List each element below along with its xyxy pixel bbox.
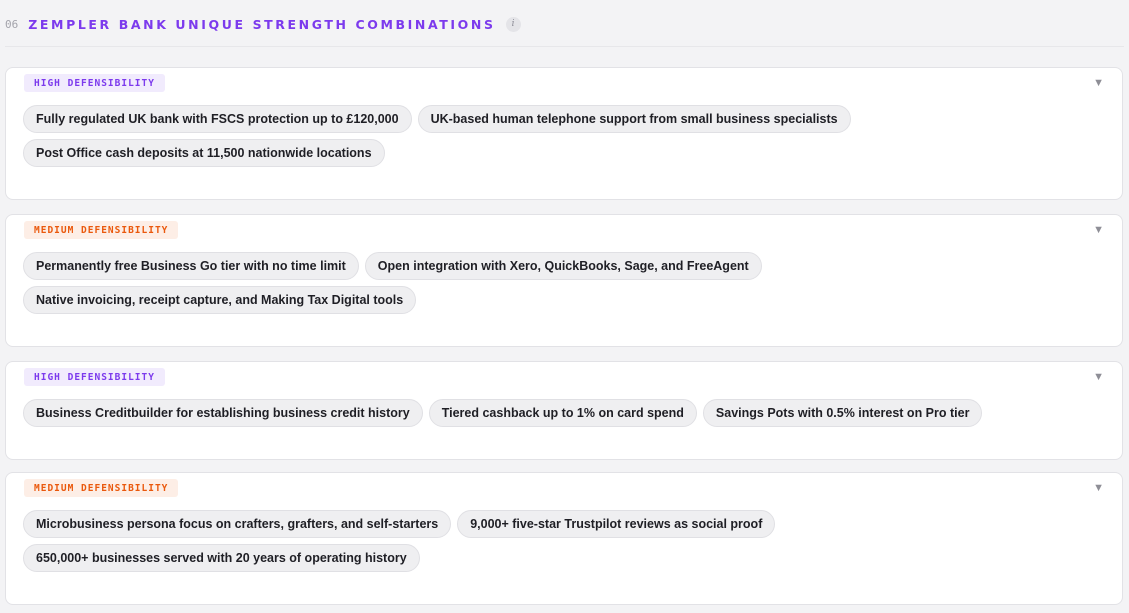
defensibility-badge: MEDIUM DEFENSIBILITY [24, 221, 179, 239]
chip-row: Native invoicing, receipt capture, and M… [23, 286, 1105, 314]
strength-chip: Native invoicing, receipt capture, and M… [23, 286, 417, 314]
chevron-down-icon[interactable]: ▼ [1093, 224, 1104, 236]
strength-chip: Microbusiness persona focus on crafters,… [23, 510, 452, 538]
defensibility-badge: HIGH DEFENSIBILITY [24, 368, 165, 386]
strength-chip: Post Office cash deposits at 11,500 nati… [23, 139, 385, 167]
strength-chips: Microbusiness persona focus on crafters,… [23, 510, 1105, 578]
section-title: ZEMPLER BANK UNIQUE STRENGTH COMBINATION… [28, 16, 496, 32]
strength-chips: Fully regulated UK bank with FSCS protec… [23, 105, 1105, 173]
strength-chips: Permanently free Business Go tier with n… [23, 252, 1105, 320]
chip-row: Microbusiness persona focus on crafters,… [23, 510, 1105, 538]
chip-row: Fully regulated UK bank with FSCS protec… [23, 105, 1105, 133]
page: 06 ZEMPLER BANK UNIQUE STRENGTH COMBINAT… [0, 0, 1129, 613]
strength-chip: 650,000+ businesses served with 20 years… [23, 544, 420, 572]
strength-group-card: HIGH DEFENSIBILITY ▼ Fully regulated UK … [5, 67, 1123, 200]
strength-group-card: MEDIUM DEFENSIBILITY ▼ Permanently free … [5, 214, 1123, 347]
chevron-down-icon[interactable]: ▼ [1093, 77, 1104, 89]
chip-row: Post Office cash deposits at 11,500 nati… [23, 139, 1105, 167]
strength-group-card: HIGH DEFENSIBILITY ▼ Business Creditbuil… [5, 361, 1123, 460]
strength-chips: Business Creditbuilder for establishing … [23, 399, 1105, 433]
chip-row: Permanently free Business Go tier with n… [23, 252, 1105, 280]
strength-chip: Permanently free Business Go tier with n… [23, 252, 359, 280]
strength-chip: Fully regulated UK bank with FSCS protec… [23, 105, 412, 133]
section-number: 06 [5, 17, 19, 31]
info-icon[interactable]: i [505, 16, 521, 32]
strength-chip: Savings Pots with 0.5% interest on Pro t… [702, 399, 983, 427]
chevron-down-icon[interactable]: ▼ [1093, 371, 1104, 383]
strength-chip: Business Creditbuilder for establishing … [23, 399, 423, 427]
strength-chip: Open integration with Xero, QuickBooks, … [364, 252, 762, 280]
strength-group-card: MEDIUM DEFENSIBILITY ▼ Microbusiness per… [5, 472, 1123, 605]
strength-chip: 9,000+ five-star Trustpilot reviews as s… [457, 510, 776, 538]
defensibility-badge: MEDIUM DEFENSIBILITY [24, 479, 179, 497]
strength-chip: Tiered cashback up to 1% on card spend [428, 399, 697, 427]
chip-row: 650,000+ businesses served with 20 years… [23, 544, 1105, 572]
chip-row: Business Creditbuilder for establishing … [23, 399, 1105, 427]
defensibility-badge: HIGH DEFENSIBILITY [24, 74, 165, 92]
header-divider [5, 46, 1124, 47]
strength-chip: UK-based human telephone support from sm… [417, 105, 851, 133]
section-header: 06 ZEMPLER BANK UNIQUE STRENGTH COMBINAT… [5, 15, 521, 33]
chevron-down-icon[interactable]: ▼ [1093, 482, 1104, 494]
